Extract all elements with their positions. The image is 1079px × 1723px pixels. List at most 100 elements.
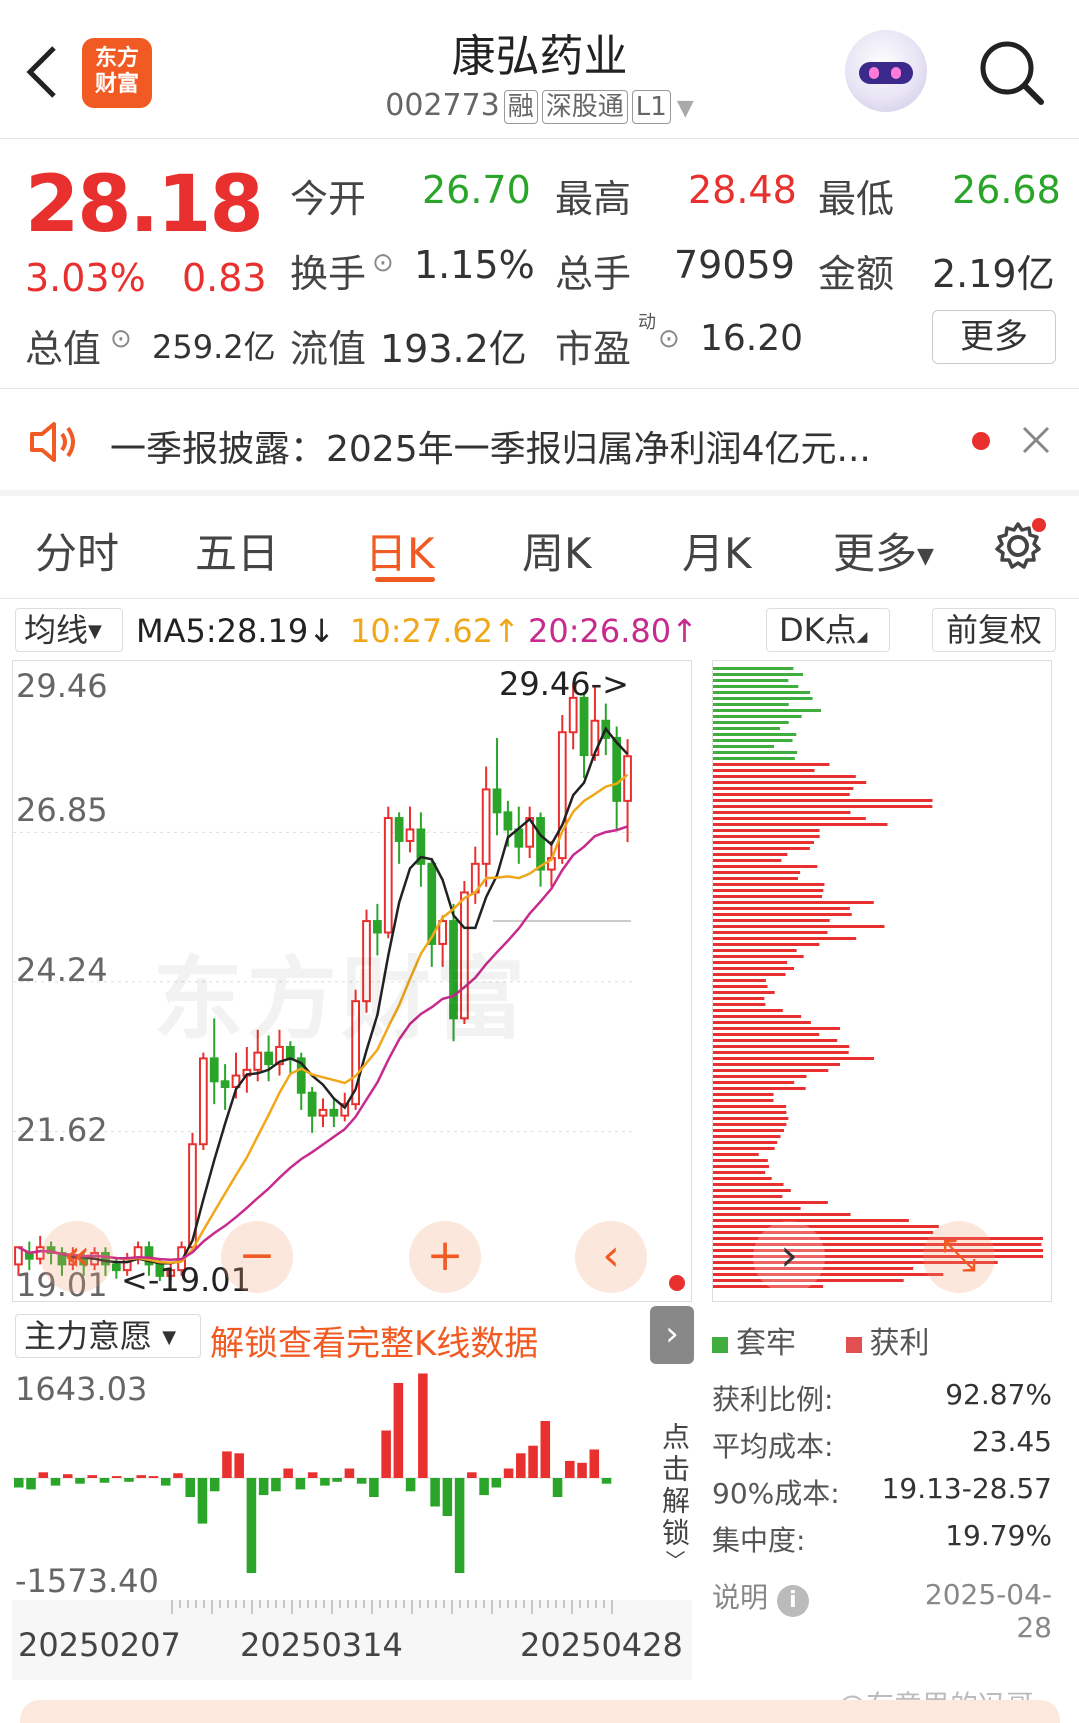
indicator-chart[interactable]: 1643.03 -1573.40 点击解锁﹀ — [12, 1366, 692, 1600]
chip-bar — [713, 1051, 849, 1054]
indicator-bar — [393, 1383, 404, 1478]
chip-bar — [713, 1099, 774, 1102]
indicator-bar — [295, 1478, 306, 1490]
indicator-select[interactable]: 主力意愿 ▼ — [15, 1314, 201, 1358]
indicator-select-label: 主力意愿 — [24, 1317, 153, 1355]
tab-more[interactable]: 更多▼ — [833, 520, 934, 581]
pe-info-icon[interactable]: ⊙ — [658, 324, 680, 354]
scroll-left-icon[interactable]: ‹ — [575, 1221, 647, 1293]
notice-text[interactable]: 一季报披露：2025年一季报归属净利润4亿元... — [110, 420, 930, 472]
indicator-bar — [246, 1478, 257, 1573]
chip-bar — [713, 667, 794, 670]
chip-stat-profit-ratio: 获利比例: 92.87% — [712, 1378, 1052, 1416]
chip-bar — [713, 1081, 795, 1084]
indicator-bar — [197, 1478, 208, 1524]
tab-monthly-k[interactable]: 月K — [682, 520, 752, 581]
tag-margin: 融 — [503, 90, 538, 124]
close-icon[interactable] — [1018, 422, 1054, 458]
change-amount: 0.83 — [182, 256, 267, 300]
chip-bar — [713, 781, 867, 784]
indicator-bar — [124, 1478, 134, 1482]
chip-stat-concentration: 集中度: 19.79% — [712, 1519, 1052, 1557]
chip-bar — [713, 763, 830, 766]
indicator-bar — [160, 1478, 171, 1486]
amount-label: 金额 — [818, 252, 895, 296]
zoom-out-icon[interactable]: − — [221, 1221, 293, 1293]
chip-bar — [713, 721, 789, 724]
chip-bar — [713, 919, 830, 922]
chip-bar — [713, 1273, 944, 1276]
chip-bar — [713, 1231, 934, 1234]
search-icon[interactable] — [975, 36, 1047, 108]
chip-bar — [713, 925, 885, 928]
tab-weekly-k[interactable]: 周K — [522, 520, 592, 581]
fullscreen-icon[interactable]: ⤡ — [923, 1221, 995, 1293]
turnover-label: 换手 — [290, 252, 367, 296]
tab-five-day[interactable]: 五日 — [195, 520, 279, 581]
info-icon[interactable]: ⊙ — [110, 324, 132, 354]
chip-bar — [713, 859, 782, 862]
indicator-bar — [148, 1476, 159, 1478]
chip-bar — [713, 973, 786, 976]
adjust-button[interactable]: 前复权 — [932, 608, 1056, 652]
indicator-bar — [99, 1478, 110, 1483]
indicator-bar — [307, 1472, 318, 1478]
expand-right-icon[interactable]: › — [753, 1221, 825, 1293]
chip-distribution[interactable]: › ⤡ — [712, 660, 1052, 1302]
indicator-bar — [516, 1453, 526, 1478]
chip-bar — [713, 979, 766, 982]
candle — [579, 692, 589, 778]
indicator-bar — [565, 1460, 575, 1478]
zoom-in-icon[interactable]: + — [409, 1221, 481, 1293]
indicator-bar — [369, 1478, 379, 1497]
ma-select[interactable]: 均线▼ — [15, 608, 123, 652]
last-price: 28.18 — [25, 160, 264, 250]
open-label: 今开 — [290, 177, 367, 221]
indicator-bar — [479, 1478, 489, 1496]
collapse-left-icon[interactable]: « — [41, 1221, 113, 1293]
chart-watermark: 东方财富 — [153, 947, 529, 1052]
pe-superscript: 动 — [638, 312, 656, 333]
chip-bar — [713, 1129, 785, 1132]
indicator-bar — [111, 1476, 122, 1478]
x-tick-2: 20250428 — [520, 1626, 683, 1664]
high-marker: 29.46-> — [499, 665, 629, 703]
high-value: 28.48 — [688, 168, 797, 212]
unlock-link[interactable]: 解锁查看完整K线数据 — [210, 1316, 538, 1365]
turnover-info-icon[interactable]: ⊙ — [372, 248, 394, 278]
kline-chart[interactable]: 东方财富 29.46 26.85 24.24 21.62 19.01 29.46… — [12, 660, 692, 1304]
pe-label: 市盈 — [555, 327, 632, 371]
active-tab-indicator — [375, 577, 435, 582]
chip-bar — [713, 691, 811, 694]
change-pct: 3.03% — [25, 256, 146, 300]
candle — [383, 806, 393, 939]
chip-bar — [713, 1057, 874, 1060]
indicator-bar — [344, 1468, 355, 1478]
more-button[interactable]: 更多 — [932, 310, 1056, 364]
tab-daily-k[interactable]: 日K — [365, 520, 435, 581]
indicator-bar — [258, 1478, 269, 1496]
tab-intraday[interactable]: 分时 — [35, 520, 119, 581]
tag-connect: 深股通 — [541, 90, 628, 124]
y-tick-0: 29.46 — [16, 667, 108, 705]
chip-bar — [713, 1117, 789, 1120]
open-value: 26.70 — [422, 168, 531, 212]
chip-bar — [713, 673, 803, 676]
indicator-bar — [222, 1451, 232, 1478]
expand-panel-button[interactable]: › — [650, 1306, 694, 1364]
chip-bar — [713, 1177, 772, 1180]
float-value: 193.2亿 — [380, 327, 527, 371]
chip-bar — [713, 907, 850, 910]
settings-icon[interactable] — [990, 518, 1046, 574]
chip-bar — [713, 739, 793, 742]
dropdown-icon[interactable]: ▼ — [677, 96, 694, 121]
info-circle-icon: i — [776, 1585, 809, 1617]
robot-assistant-icon[interactable] — [845, 30, 927, 112]
indicator-bar — [589, 1449, 600, 1478]
explain-link[interactable]: 说明 i — [712, 1576, 809, 1617]
mktcap-label: 总值 — [25, 327, 102, 371]
dk-button[interactable]: DK点◢ — [766, 608, 890, 652]
chip-stat-90-cost: 90%成本: 19.13-28.57 — [712, 1472, 1052, 1510]
unlock-side-panel[interactable]: 点击解锁﹀ — [616, 1366, 692, 1600]
candle — [481, 766, 491, 887]
